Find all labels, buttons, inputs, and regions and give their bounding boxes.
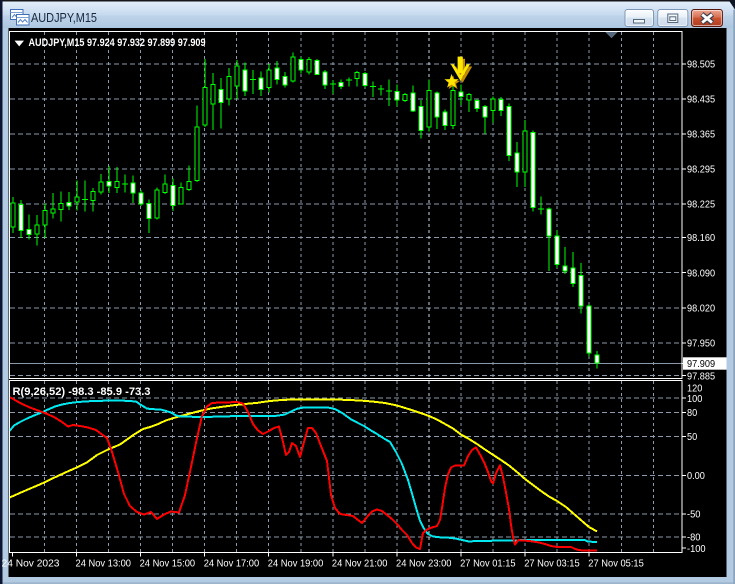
svg-text:-100: -100 [687,543,706,555]
svg-text:98.225: 98.225 [687,199,715,211]
svg-text:AUDJPY,M15 97.924 97.932 97.8: AUDJPY,M15 97.924 97.932 97.899 97.909 [29,37,206,49]
svg-text:97.950: 97.950 [687,338,715,350]
svg-text:24 Nov 21:00: 24 Nov 21:00 [332,558,388,570]
svg-text:AUDJPY,M15: AUDJPY,M15 [31,11,97,25]
svg-text:24 Nov 13:00: 24 Nov 13:00 [76,558,132,570]
svg-text:98.295: 98.295 [687,164,715,176]
svg-text:24 Nov 17:00: 24 Nov 17:00 [204,558,260,570]
svg-text:98.365: 98.365 [687,129,715,141]
svg-text:97.885: 97.885 [687,370,715,382]
svg-text:27 Nov 05:15: 27 Nov 05:15 [588,558,644,570]
svg-text:98.020: 98.020 [687,303,715,315]
svg-text:100: 100 [687,393,702,405]
svg-text:27 Nov 03:15: 27 Nov 03:15 [524,558,580,570]
svg-text:24 Nov 2023: 24 Nov 2023 [2,558,60,570]
svg-text:80: 80 [687,407,697,419]
svg-text:98.090: 98.090 [687,267,715,279]
svg-text:98.435: 98.435 [687,94,715,106]
svg-text:27 Nov 01:15: 27 Nov 01:15 [460,558,516,570]
svg-text:24 Nov 15:00: 24 Nov 15:00 [140,558,196,570]
svg-text:98.160: 98.160 [687,232,715,244]
svg-text:97.909: 97.909 [687,358,715,370]
svg-text:50: 50 [687,431,697,443]
svg-text:98.505: 98.505 [687,59,715,71]
svg-text:24 Nov 23:00: 24 Nov 23:00 [396,558,452,570]
svg-text:24 Nov 19:00: 24 Nov 19:00 [268,558,324,570]
svg-text:-80: -80 [687,532,701,544]
svg-text:R(9,26,52) -98.3 -85.9 -73.3: R(9,26,52) -98.3 -85.9 -73.3 [13,386,151,398]
svg-text:-50: -50 [687,509,701,521]
svg-text:0.00: 0.00 [687,470,705,482]
